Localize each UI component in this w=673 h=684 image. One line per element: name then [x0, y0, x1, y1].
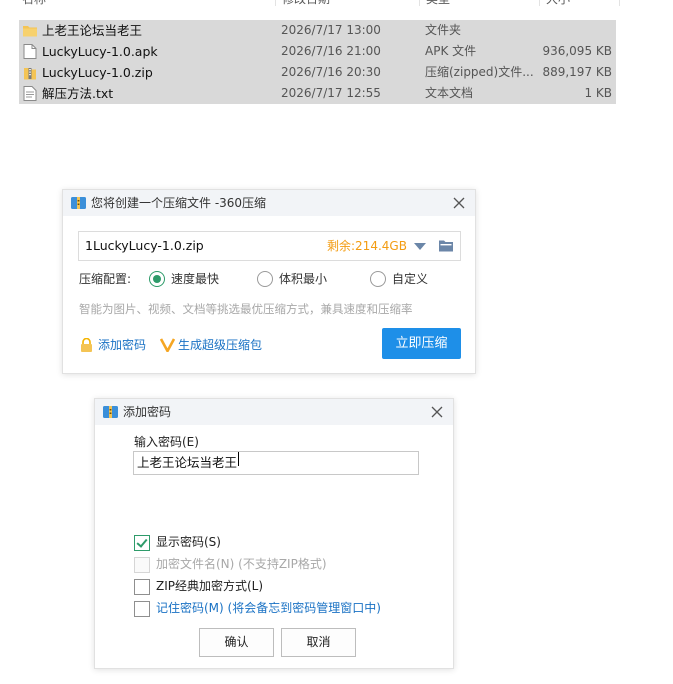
super-package-label: 生成超级压缩包 — [178, 338, 263, 352]
file-row[interactable]: LuckyLucy-1.0.apk 2026/7/16 21:00 APK 文件… — [19, 41, 616, 62]
close-icon[interactable] — [429, 404, 445, 420]
free-space-label: 剩余:214.4GB — [327, 239, 407, 253]
password-dialog-title: 添加密码 — [123, 405, 172, 419]
360-zip-app-icon — [103, 406, 118, 418]
compress-now-button[interactable]: 立即压缩 — [382, 328, 461, 359]
file-type: 文件夹 — [425, 23, 462, 37]
file-date: 2026/7/16 20:30 — [281, 65, 381, 79]
file-type: 文本文档 — [425, 86, 474, 100]
text-file-icon — [23, 86, 37, 101]
file-date: 2026/7/17 12:55 — [281, 86, 381, 100]
password-input-value[interactable]: 上老王论坛当老王 — [137, 452, 237, 474]
column-header-name[interactable]: 名称 — [22, 0, 46, 12]
close-icon[interactable] — [451, 195, 467, 211]
file-type: APK 文件 — [425, 44, 477, 58]
password-input-label: 输入密码(E) — [134, 435, 199, 449]
super-package-link[interactable]: 生成超级压缩包 — [160, 336, 290, 354]
chevron-down-icon[interactable] — [414, 243, 426, 250]
file-date: 2026/7/17 13:00 — [281, 23, 381, 37]
confirm-button[interactable]: 确认 — [199, 628, 274, 657]
column-header-type[interactable]: 类型 — [426, 0, 450, 12]
password-input[interactable]: 上老王论坛当老王 — [133, 451, 419, 475]
column-header-row: 名称 修改日期 类型 大小 — [0, 0, 620, 12]
compress-dialog: 您将创建一个压缩文件 -360压缩 1LuckyLucy-1.0.zip 剩余:… — [62, 189, 476, 374]
lock-icon — [81, 338, 92, 352]
file-row[interactable]: 上老王论坛当老王 2026/7/17 13:00 文件夹 — [19, 20, 616, 41]
checkbox-label: 加密文件名(N) (不支持ZIP格式) — [156, 557, 327, 571]
file-size: 1 KB — [584, 86, 612, 100]
text-caret — [238, 452, 239, 466]
v-badge-icon — [160, 338, 175, 352]
archive-filename-field[interactable]: 1LuckyLucy-1.0.zip 剩余:214.4GB — [78, 231, 461, 261]
column-header-size[interactable]: 大小 — [546, 0, 570, 12]
archive-filename[interactable]: 1LuckyLucy-1.0.zip — [85, 232, 204, 260]
file-row[interactable]: LuckyLucy-1.0.zip 2026/7/16 20:30 压缩(zip… — [19, 62, 616, 83]
checkbox-label: 记住密码(M) (将会备忘到密码管理窗口中) — [156, 601, 381, 615]
file-icon — [23, 44, 37, 59]
compress-config-label: 压缩配置: — [79, 272, 132, 286]
add-password-link[interactable]: 添加密码 — [80, 336, 170, 354]
file-name: LuckyLucy-1.0.apk — [42, 44, 158, 59]
compress-hint-text: 智能为图片、视频、文档等挑选最优压缩方式，兼具速度和压缩率 — [79, 302, 413, 316]
column-header-date[interactable]: 修改日期 — [282, 0, 330, 12]
password-dialog-titlebar: 添加密码 — [95, 399, 453, 425]
zip-icon — [24, 68, 36, 80]
compress-dialog-title: 您将创建一个压缩文件 -360压缩 — [91, 196, 267, 210]
add-password-label: 添加密码 — [98, 338, 147, 352]
file-name: LuckyLucy-1.0.zip — [42, 65, 153, 80]
radio-label: 体积最小 — [279, 272, 328, 286]
folder-browse-icon[interactable] — [439, 239, 453, 252]
cancel-button[interactable]: 取消 — [281, 628, 356, 657]
file-date: 2026/7/16 21:00 — [281, 44, 381, 58]
file-list: 名称 修改日期 类型 大小 上老王论坛当老王 2026/7/17 13:00 文… — [0, 0, 673, 110]
file-row[interactable]: 解压方法.txt 2026/7/17 12:55 文本文档 1 KB — [19, 83, 616, 104]
compress-dialog-titlebar: 您将创建一个压缩文件 -360压缩 — [63, 190, 475, 216]
checkbox-label: 显示密码(S) — [156, 535, 221, 549]
360-zip-app-icon — [71, 197, 86, 209]
file-name: 上老王论坛当老王 — [42, 23, 143, 38]
file-type: 压缩(zipped)文件... — [425, 65, 534, 79]
file-size: 936,095 KB — [542, 44, 612, 58]
file-size: 889,197 KB — [542, 65, 612, 79]
folder-icon — [23, 26, 37, 37]
file-name: 解压方法.txt — [42, 86, 114, 101]
add-password-dialog: 添加密码 输入密码(E) 上老王论坛当老王 显示密码(S) 加密文件名(N) (… — [94, 398, 454, 669]
radio-label: 自定义 — [392, 272, 429, 286]
checkbox-label: ZIP经典加密方式(L) — [156, 579, 264, 593]
radio-label: 速度最快 — [171, 272, 220, 286]
